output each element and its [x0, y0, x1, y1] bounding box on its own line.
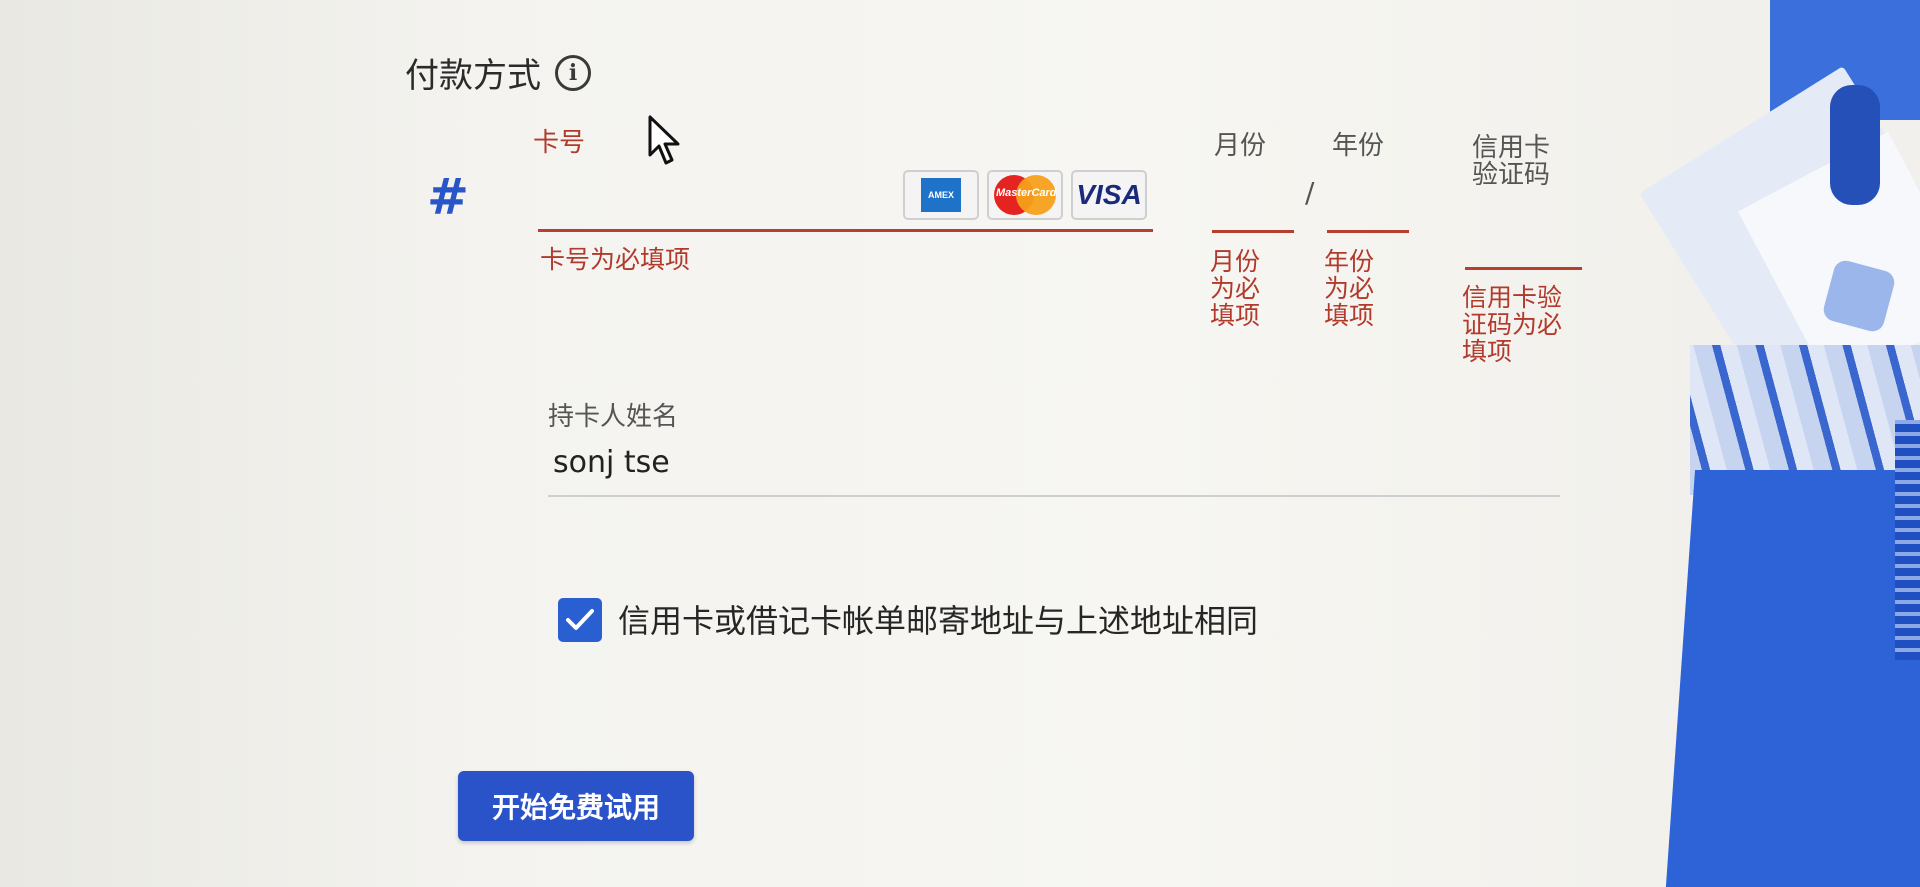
payment-method-heading: 付款方式 i — [405, 48, 591, 97]
cardholder-name-label: 持卡人姓名 — [548, 402, 679, 432]
info-icon[interactable]: i — [555, 54, 591, 91]
decorative-thin-stripes — [1895, 420, 1920, 660]
card-number-label: 卡号 — [533, 128, 586, 158]
payment-method-title: 付款方式 — [405, 56, 541, 96]
cardholder-name-input[interactable]: sonj tse — [553, 445, 670, 480]
expiry-separator: / — [1305, 176, 1315, 209]
decorative-pill — [1830, 85, 1880, 205]
card-brand-logos: AMEX MasterCard VISA — [903, 170, 1147, 220]
expiry-month-input[interactable] — [1212, 230, 1294, 233]
card-number-error: 卡号为必填项 — [540, 245, 691, 274]
card-number-input[interactable] — [538, 229, 1153, 232]
billing-same-checkbox[interactable] — [558, 598, 602, 642]
cardholder-name-underline — [548, 495, 1560, 497]
checkmark-icon — [566, 609, 594, 630]
amex-logo: AMEX — [903, 170, 979, 220]
mastercard-logo: MasterCard — [987, 170, 1063, 220]
expiry-year-input[interactable] — [1327, 230, 1409, 233]
mouse-cursor-icon — [648, 115, 680, 165]
payment-page: 付款方式 i # 卡号 AMEX MasterCard VISA 卡号为必填项 … — [0, 0, 1920, 887]
card-number-icon: # — [427, 168, 469, 226]
visa-logo: VISA — [1071, 170, 1147, 220]
expiry-year-error: 年份 为必 填项 — [1324, 247, 1375, 330]
expiry-month-error: 月份 为必 填项 — [1210, 247, 1261, 330]
cvv-error: 信用卡验 证码为必 填项 — [1462, 283, 1563, 366]
expiry-year-label: 年份 — [1332, 131, 1385, 161]
cvv-label: 信用卡 验证码 — [1472, 133, 1551, 190]
expiry-month-label: 月份 — [1214, 131, 1267, 161]
start-free-trial-button[interactable]: 开始免费试用 — [458, 771, 694, 841]
decorative-blue-band — [1664, 470, 1920, 887]
cvv-input[interactable] — [1465, 267, 1582, 270]
billing-same-label[interactable]: 信用卡或借记卡帐单邮寄地址与上述地址相同 — [618, 596, 1258, 642]
